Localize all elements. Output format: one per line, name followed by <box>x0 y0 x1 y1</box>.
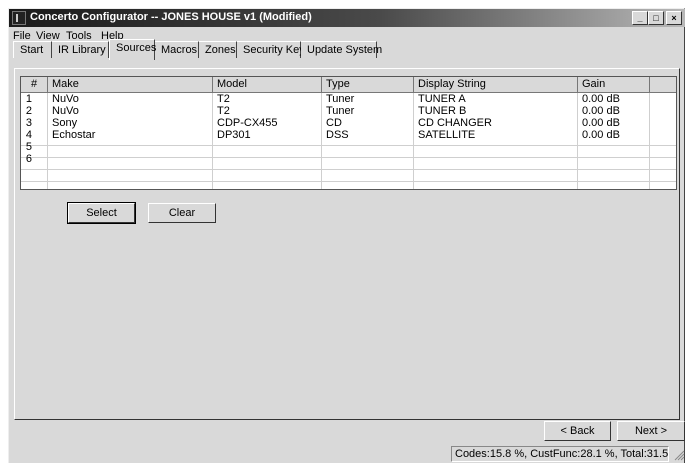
cell-gain[interactable]: 0.00 dB <box>578 105 649 117</box>
tab-macros[interactable]: Macros <box>155 41 199 58</box>
row-number: 1 <box>25 93 32 105</box>
column-header-number[interactable]: # <box>21 77 48 93</box>
column-header-make[interactable]: Make <box>48 77 213 93</box>
cell-make[interactable] <box>48 153 212 165</box>
cell-display-string[interactable]: CD CHANGER <box>414 117 577 129</box>
tab-sources[interactable]: Sources <box>109 39 156 60</box>
cell-make[interactable]: NuVo <box>48 105 212 117</box>
grid-line <box>21 181 676 182</box>
cell-display-string[interactable] <box>414 141 577 153</box>
tab-security-key[interactable]: Security Key <box>237 41 305 58</box>
cell-gain[interactable] <box>578 141 649 153</box>
app-logo-icon <box>12 11 26 25</box>
cell-type[interactable]: DSS <box>322 129 413 141</box>
tab-ir-library[interactable]: IR Library <box>52 41 109 58</box>
window-title: Concerto Configurator -- JONES HOUSE v1 … <box>30 11 312 23</box>
clear-button[interactable]: Clear <box>148 203 216 223</box>
back-button[interactable]: < Back <box>544 421 611 441</box>
title-bar[interactable]: Concerto Configurator -- JONES HOUSE v1 … <box>9 9 685 27</box>
row-number: 3 <box>25 117 32 129</box>
column-header-model[interactable]: Model <box>213 77 322 93</box>
cell-display-string[interactable]: TUNER A <box>414 93 577 105</box>
column-header-filler <box>650 77 676 93</box>
cell-make[interactable]: Sony <box>48 117 212 129</box>
grid-line <box>649 93 650 189</box>
row-number: 5 <box>25 141 32 153</box>
cell-model[interactable] <box>213 141 321 153</box>
cell-gain[interactable]: 0.00 dB <box>578 117 649 129</box>
resize-grip-icon[interactable] <box>673 449 685 461</box>
cell-display-string[interactable]: SATELLITE <box>414 129 577 141</box>
sources-grid[interactable]: # Make Model Type Display String Gain 1 … <box>20 76 677 190</box>
status-bar: Codes:15.8 %, CustFunc:28.1 %, Total:31.… <box>8 445 685 463</box>
row-number: 4 <box>25 129 32 141</box>
cell-gain[interactable] <box>578 153 649 165</box>
row-number: 2 <box>25 105 32 117</box>
cell-type[interactable] <box>322 141 413 153</box>
grid-line <box>21 169 676 170</box>
tab-zones[interactable]: Zones <box>199 41 237 58</box>
next-button[interactable]: Next > <box>617 421 685 441</box>
column-header-display-string[interactable]: Display String <box>414 77 578 93</box>
cell-type[interactable]: Tuner <box>322 105 413 117</box>
status-usage-text: Codes:15.8 %, CustFunc:28.1 %, Total:31.… <box>451 446 669 462</box>
cell-model[interactable]: T2 <box>213 93 321 105</box>
minimize-button[interactable]: _ <box>632 11 648 25</box>
close-button[interactable]: × <box>666 11 682 25</box>
row-number: 6 <box>25 153 32 165</box>
tab-start[interactable]: Start <box>13 41 52 58</box>
cell-display-string[interactable]: TUNER B <box>414 105 577 117</box>
cell-type[interactable]: Tuner <box>322 93 413 105</box>
cell-type[interactable] <box>322 153 413 165</box>
maximize-button[interactable]: □ <box>648 11 664 25</box>
cell-model[interactable]: CDP-CX455 <box>213 117 321 129</box>
cell-make[interactable] <box>48 141 212 153</box>
cell-make[interactable]: NuVo <box>48 93 212 105</box>
cell-display-string[interactable] <box>414 153 577 165</box>
cell-model[interactable]: DP301 <box>213 129 321 141</box>
tab-update-system[interactable]: Update System <box>301 41 382 58</box>
select-button[interactable]: Select <box>67 202 136 224</box>
cell-gain[interactable]: 0.00 dB <box>578 129 649 141</box>
cell-make[interactable]: Echostar <box>48 129 212 141</box>
cell-gain[interactable]: 0.00 dB <box>578 93 649 105</box>
column-header-type[interactable]: Type <box>322 77 414 93</box>
cell-type[interactable]: CD <box>322 117 413 129</box>
cell-model[interactable] <box>213 153 321 165</box>
column-header-gain[interactable]: Gain <box>578 77 650 93</box>
cell-model[interactable]: T2 <box>213 105 321 117</box>
